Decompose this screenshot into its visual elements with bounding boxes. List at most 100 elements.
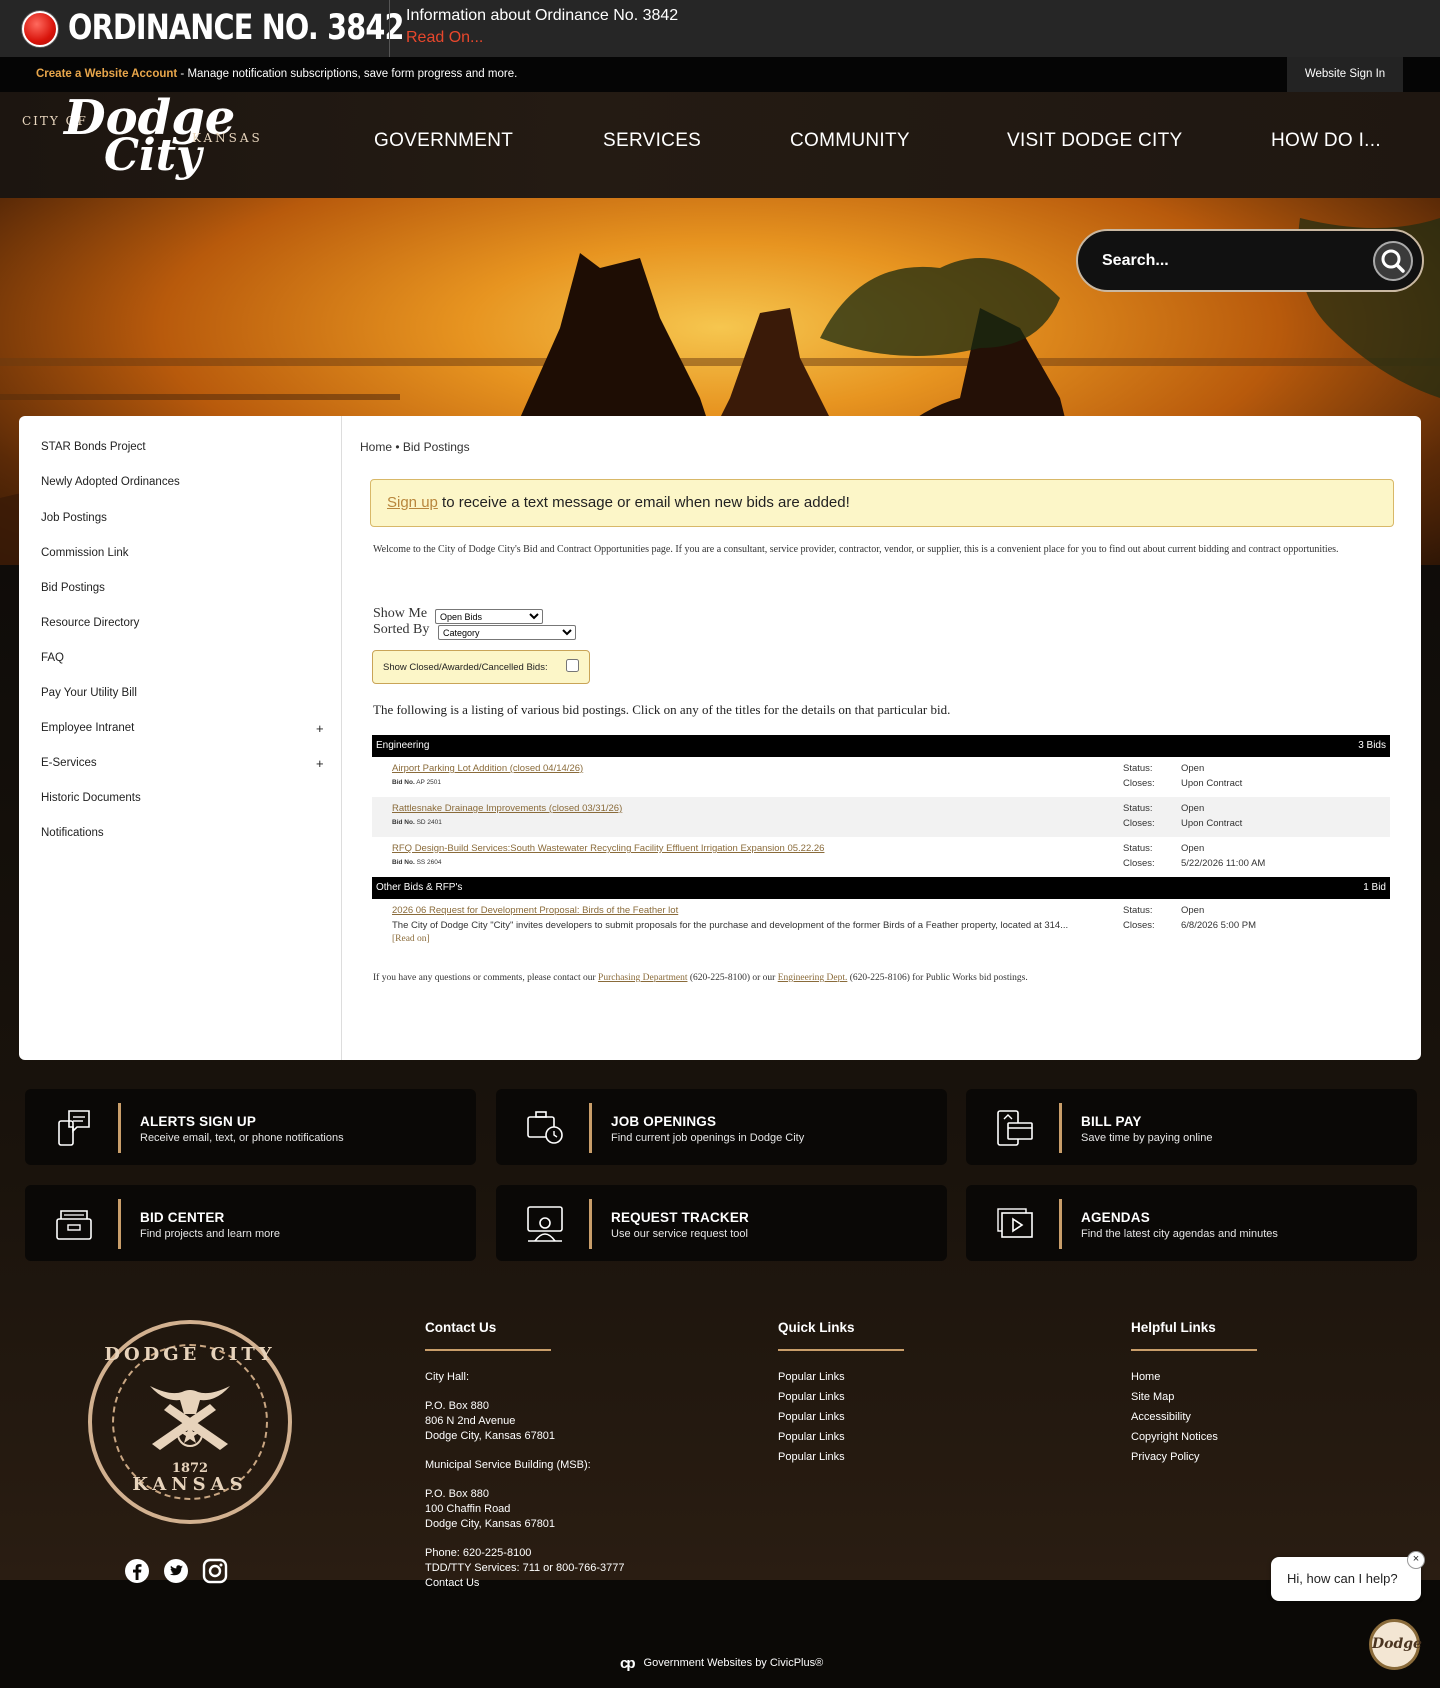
sidebar: STAR Bonds Project Newly Adopted Ordinan… [19,416,342,1060]
longhorn-pistols-icon [150,1386,230,1450]
heading-underline [1131,1349,1257,1351]
tile-title: BID CENTER [140,1210,225,1225]
footer-contact-line: Dodge City, Kansas 67801 [425,1430,556,1442]
bid-title-link[interactable]: RFQ Design-Build Services:South Wastewat… [392,843,824,854]
sidebar-item-utility-bill[interactable]: Pay Your Utility Bill [41,687,137,699]
tile-request-tracker[interactable]: REQUEST TRACKER Use our service request … [496,1185,947,1261]
tile-alerts-sign-up[interactable]: ALERTS SIGN UP Receive email, text, or p… [25,1089,476,1165]
sidebar-item-ordinances[interactable]: Newly Adopted Ordinances [41,476,180,488]
footer-quick-links-heading: Quick Links [778,1320,855,1335]
tile-bid-center[interactable]: BID CENTER Find projects and learn more [25,1185,476,1261]
nav-community[interactable]: COMMUNITY [790,130,910,152]
category-count: 1 Bid [1363,882,1386,893]
footer-contact-line: Municipal Service Building (MSB): [425,1459,591,1471]
footer-link-site-map[interactable]: Site Map [1131,1391,1174,1403]
heading-underline [425,1349,551,1351]
chat-bubble[interactable]: Hi, how can I help? × [1271,1551,1425,1601]
city-seal: DODGE CITY 1872 KANSAS [88,1320,292,1524]
footer-quick-link[interactable]: Popular Links [778,1411,845,1423]
person-screen-icon [527,1206,563,1242]
tile-title: BILL PAY [1081,1114,1142,1129]
sidebar-item-job-postings[interactable]: Job Postings [41,512,107,524]
footer-contact-us-link[interactable]: Contact Us [425,1577,479,1589]
breadcrumb-home[interactable]: Home [360,440,392,454]
sidebar-item-resource-directory[interactable]: Resource Directory [41,617,139,629]
video-stack-icon [997,1208,1033,1238]
sidebar-item-e-services[interactable]: E-Services [41,757,97,769]
sidebar-item-notifications[interactable]: Notifications [41,827,104,839]
footer-link-home[interactable]: Home [1131,1371,1160,1383]
tile-job-openings[interactable]: JOB OPENINGS Find current job openings i… [496,1089,947,1165]
sidebar-item-star-bonds[interactable]: STAR Bonds Project [41,441,146,453]
footer-quick-link[interactable]: Popular Links [778,1371,845,1383]
tile-agendas[interactable]: AGENDAS Find the latest city agendas and… [966,1185,1417,1261]
breadcrumb-current[interactable]: Bid Postings [403,440,470,454]
footer-contact-line: City Hall: [425,1371,470,1383]
sidebar-item-faq[interactable]: FAQ [41,652,64,664]
powered-by[interactable]: cp Government Websites by CivicPlus® [620,1655,823,1672]
nav-government[interactable]: GOVERNMENT [374,130,513,152]
footer-quick-link[interactable]: Popular Links [778,1451,845,1463]
footnote-text: (620-225-8100) or our [687,973,778,983]
tile-bill-pay[interactable]: BILL PAY Save time by paying online [966,1089,1417,1165]
category-header: Other Bids & RFP's 1 Bid [372,877,1390,899]
sidebar-item-commission-link[interactable]: Commission Link [41,547,129,559]
bid-title-link[interactable]: Airport Parking Lot Addition (closed 04/… [392,763,583,774]
expand-icon[interactable]: + [316,756,324,771]
search-input[interactable] [1102,249,1362,273]
footer-contact-line: P.O. Box 880 [425,1400,490,1412]
footer-link-privacy[interactable]: Privacy Policy [1131,1451,1199,1463]
nav-services[interactable]: SERVICES [603,130,701,152]
contact-footnote: If you have any questions or comments, p… [373,973,1028,983]
sidebar-item-historic-documents[interactable]: Historic Documents [41,792,141,804]
read-on-link[interactable]: [Read on] [392,934,430,944]
footer-quick-link[interactable]: Popular Links [778,1391,845,1403]
show-me-select[interactable]: Open Bids [435,609,543,624]
table-row: Rattlesnake Drainage Improvements (close… [372,797,1390,837]
alert-headline: ORDINANCE NO. 3842 [68,8,405,48]
show-me-label: Show Me [373,606,428,621]
closes-value: Upon Contract [1181,778,1243,789]
search-icon [1381,249,1405,273]
account-message-text: - Manage notification subscriptions, sav… [177,68,518,80]
footer-tdd: TDD/TTY Services: 711 or 800-766-3777 [425,1562,625,1574]
logo-kansas: KANSAS [192,131,263,145]
tile-title: JOB OPENINGS [611,1114,717,1129]
footer-quick-link[interactable]: Popular Links [778,1431,845,1443]
facebook-icon[interactable] [124,1558,150,1584]
engineering-dept-link[interactable]: Engineering Dept. [778,973,848,983]
listing-intro: The following is a listing of various bi… [373,702,951,717]
sidebar-item-employee-intranet[interactable]: Employee Intranet [41,722,134,734]
tile-divider [118,1199,121,1249]
table-row: Airport Parking Lot Addition (closed 04/… [372,757,1390,797]
footer-link-copyright[interactable]: Copyright Notices [1131,1431,1218,1443]
civicplus-logo-icon: cp [620,1655,635,1672]
tile-subtitle: Save time by paying online [1081,1132,1213,1144]
expand-icon[interactable]: + [316,721,324,736]
nav-visit-dodge-city[interactable]: VISIT DODGE CITY [1007,130,1182,152]
sorted-by-select[interactable]: Category [438,625,576,640]
sign-in-button[interactable]: Website Sign In [1287,57,1403,92]
sidebar-item-bid-postings[interactable]: Bid Postings [41,582,105,594]
instagram-icon[interactable] [202,1558,228,1584]
close-icon[interactable]: × [1407,1551,1425,1569]
site-logo[interactable]: CITY OF Dodge City KANSAS [22,90,267,194]
tile-divider [1059,1103,1062,1153]
show-closed-checkbox[interactable] [566,659,579,672]
alert-icon [22,11,58,47]
create-account-link[interactable]: Create a Website Account [36,68,177,80]
category-header: Engineering 3 Bids [372,735,1390,757]
nav-how-do-i[interactable]: HOW DO I... [1271,130,1381,152]
bid-title-link[interactable]: Rattlesnake Drainage Improvements (close… [392,803,622,814]
bid-number: Bid No. SD 2401 [392,819,442,826]
search-button[interactable] [1373,241,1413,281]
signup-link[interactable]: Sign up [387,494,438,511]
closes-value: Upon Contract [1181,818,1243,829]
alert-read-on-link[interactable]: Read On... [406,29,483,47]
purchasing-department-link[interactable]: Purchasing Department [598,973,687,983]
closes-label: Closes: [1123,920,1155,931]
bid-title-link[interactable]: 2026 06 Request for Development Proposal… [392,905,678,916]
footer-link-accessibility[interactable]: Accessibility [1131,1411,1191,1423]
chatbot-avatar[interactable]: Dodge [1369,1619,1422,1670]
twitter-icon[interactable] [163,1558,189,1584]
